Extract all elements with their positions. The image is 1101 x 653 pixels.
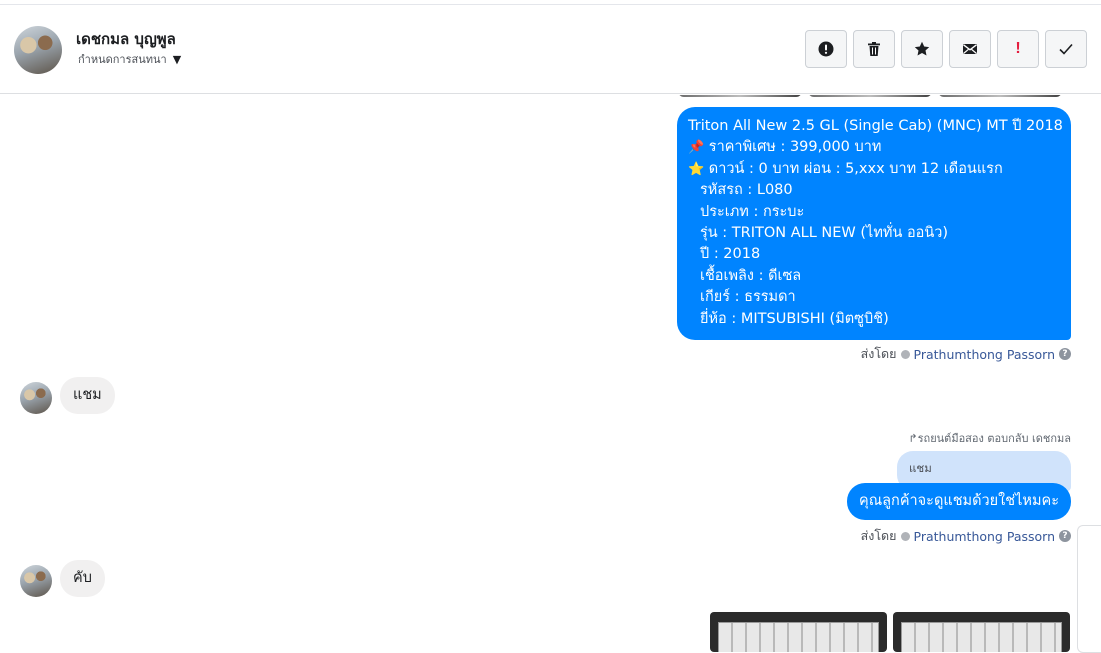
incoming-images-strip[interactable] xyxy=(710,612,1070,652)
star-button[interactable] xyxy=(901,30,943,68)
product-year: ปี : 2018 xyxy=(700,246,761,263)
product-type: ประเภท : กระบะ xyxy=(700,203,805,220)
help-icon[interactable]: ? xyxy=(1059,530,1071,542)
help-icon[interactable]: ? xyxy=(1059,348,1071,360)
contact-avatar-small[interactable] xyxy=(20,382,52,414)
conversation-settings-label: กำหนดการสนทนา xyxy=(78,53,167,66)
verified-icon xyxy=(900,531,910,541)
product-model: รุ่น : TRITON ALL NEW (ไททั่น ออนิว) xyxy=(700,225,949,242)
delete-button[interactable] xyxy=(853,30,895,68)
product-code: รหัสรถ : L080 xyxy=(700,182,793,199)
image-thumbnail[interactable] xyxy=(938,95,1062,97)
conversation-settings-dropdown[interactable]: กำหนดการสนทนา ▼ xyxy=(78,50,181,68)
reply-arrow-icon: ↱ xyxy=(908,432,918,445)
incoming-message-bubble[interactable]: คับ xyxy=(60,560,105,597)
conversation-actions: ! xyxy=(805,30,1087,68)
contact-name[interactable]: เดชกมล บุญพูล xyxy=(76,27,176,51)
star-emoji-icon: ⭐ xyxy=(688,161,705,177)
image-thumbnail[interactable] xyxy=(710,612,887,652)
product-price-line: 📌 ราคาพิเศษ : 399,000 บาท xyxy=(688,137,1059,158)
reply-note-text: รถยนต์มือสอง ตอบกลับ เดชกมล xyxy=(917,432,1071,445)
verified-icon xyxy=(900,349,910,359)
contact-avatar-small[interactable] xyxy=(20,565,52,597)
previous-images-strip[interactable] xyxy=(678,95,1062,97)
sender-name[interactable]: Prathumthong Passorn xyxy=(914,529,1056,544)
sent-by-info: ส่งโดย Prathumthong Passorn ? xyxy=(861,526,1071,546)
mark-important-button[interactable]: ! xyxy=(997,30,1039,68)
mark-unread-button[interactable] xyxy=(949,30,991,68)
product-down-payment: ดาวน์ : 0 บาท ผ่อน : 5,xxx บาท 12 เดือนแ… xyxy=(708,160,1003,177)
pushpin-icon: 📌 xyxy=(688,140,705,156)
exclamation-icon: ! xyxy=(1015,40,1021,57)
contact-avatar[interactable] xyxy=(14,26,62,74)
product-brand: ยี่ห้อ : MITSUBISHI (มิตซูบิชิ) xyxy=(700,310,889,327)
outgoing-reply-bubble[interactable]: คุณลูกค้าจะดูแชมด้วยใช่ไหมคะ xyxy=(847,483,1071,520)
star-icon xyxy=(914,41,930,56)
sent-by-label: ส่งโดย xyxy=(860,346,897,361)
image-thumbnail[interactable] xyxy=(893,612,1070,652)
product-fuel: เชื้อเพลิง : ดีเซล xyxy=(700,267,802,284)
caret-down-icon: ▼ xyxy=(172,52,182,66)
product-title: Triton All New 2.5 GL (Single Cab) (MNC)… xyxy=(688,118,1063,134)
image-thumbnail[interactable] xyxy=(808,95,932,97)
mark-done-button[interactable] xyxy=(1045,30,1087,68)
message-thread[interactable]: Triton All New 2.5 GL (Single Cab) (MNC)… xyxy=(0,95,1101,653)
check-icon xyxy=(1059,43,1073,55)
exclamation-circle-icon xyxy=(818,41,834,57)
product-message-bubble[interactable]: Triton All New 2.5 GL (Single Cab) (MNC)… xyxy=(677,107,1071,341)
sender-name[interactable]: Prathumthong Passorn xyxy=(914,347,1056,362)
conversation-header: เดชกมล บุญพูล กำหนดการสนทนา ▼ ! xyxy=(0,5,1101,94)
trash-icon xyxy=(868,42,880,56)
product-price: ราคาพิเศษ : 399,000 บาท xyxy=(708,139,882,156)
report-spam-button[interactable] xyxy=(805,30,847,68)
product-down-line: ⭐ ดาวน์ : 0 บาท ผ่อน : 5,xxx บาท 12 เดือ… xyxy=(688,159,1059,180)
reply-note: ↱รถยนต์มือสอง ตอบกลับ เดชกมล xyxy=(908,429,1071,447)
envelope-icon xyxy=(963,44,977,54)
product-gear: เกียร์ : ธรรมดา xyxy=(700,289,796,306)
incoming-message-bubble[interactable]: แชม xyxy=(60,377,115,414)
side-panel-tab[interactable] xyxy=(1077,525,1101,653)
sent-by-label: ส่งโดย xyxy=(860,528,897,543)
image-thumbnail[interactable] xyxy=(678,95,802,97)
sent-by-info: ส่งโดย Prathumthong Passorn ? xyxy=(861,344,1071,364)
